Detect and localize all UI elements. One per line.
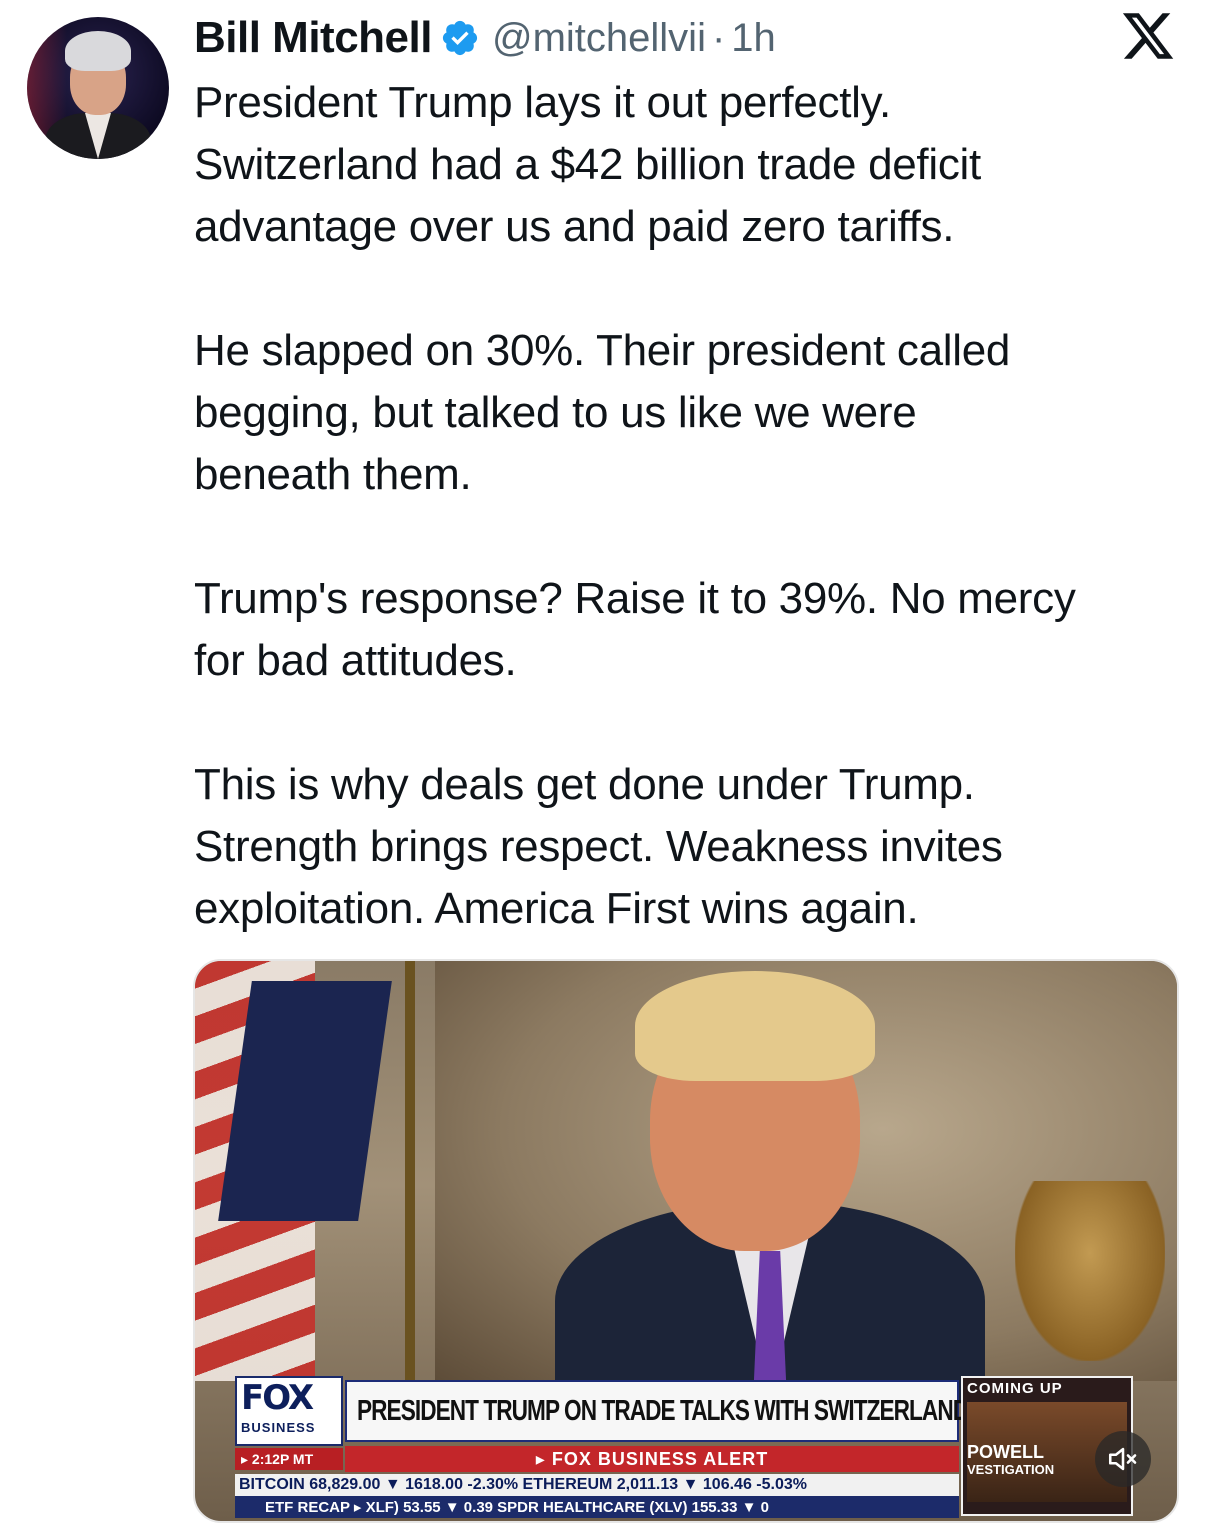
chyron-headline: PRESIDENT TRUMP ON TRADE TALKS WITH SWIT…: [345, 1380, 969, 1442]
avatar-hair: [65, 31, 131, 71]
crypto-ticker: BITCOIN 68,829.00 ▼ 1618.00 -2.30% ETHER…: [235, 1474, 959, 1496]
verified-badge-icon: [442, 20, 478, 56]
etf-ticker: ETF RECAP ▸ XLF) 53.55 ▼ 0.39 SPDR HEALT…: [235, 1496, 959, 1518]
network-sub-text: BUSINESS: [241, 1420, 316, 1435]
eagle-statue: [1015, 1181, 1165, 1361]
chyron-headline-text: PRESIDENT TRUMP ON TRADE TALKS WITH SWIT…: [357, 1394, 969, 1427]
author-name[interactable]: Bill Mitchell: [194, 13, 432, 63]
tweet-body: President Trump lays it out perfectly. S…: [194, 72, 1184, 940]
author-handle[interactable]: @mitchellvii: [492, 16, 706, 61]
author-avatar[interactable]: [27, 17, 169, 159]
tweet-paragraph: He slapped on 30%. Their president calle…: [194, 326, 1011, 499]
tweet-timestamp[interactable]: 1h: [731, 16, 776, 61]
tweet-paragraph: Trump's response? Raise it to 39%. No me…: [194, 574, 1076, 685]
network-logo-text: FOX: [241, 1378, 314, 1418]
tweet-paragraph: This is why deals get done under Trump. …: [194, 760, 1003, 933]
broadcast-time: ▸ 2:12P MT: [235, 1448, 343, 1470]
coming-up-topic: POWELL: [967, 1442, 1044, 1462]
coming-up-subtopic: VESTIGATION: [967, 1462, 1055, 1477]
mute-toggle-button[interactable]: [1095, 1431, 1151, 1487]
coming-up-label: COMING UP: [967, 1380, 1063, 1397]
fox-business-logo: FOX BUSINESS: [235, 1376, 343, 1446]
tweet-paragraph: President Trump lays it out perfectly. S…: [194, 78, 981, 251]
x-logo-icon[interactable]: [1120, 8, 1176, 64]
flag-pole: [405, 961, 415, 1381]
speaker-hair: [635, 971, 875, 1081]
news-lower-third: FOX BUSINESS PRESIDENT TRUMP ON TRADE TA…: [235, 1376, 1135, 1518]
tweet-header: Bill Mitchell @mitchellvii · 1h: [194, 10, 776, 66]
muted-speaker-icon: [1108, 1447, 1137, 1471]
alert-banner: ▸ FOX BUSINESS ALERT: [345, 1446, 959, 1472]
video-player[interactable]: FOX BUSINESS PRESIDENT TRUMP ON TRADE TA…: [193, 959, 1179, 1523]
header-separator: ·: [711, 15, 726, 60]
